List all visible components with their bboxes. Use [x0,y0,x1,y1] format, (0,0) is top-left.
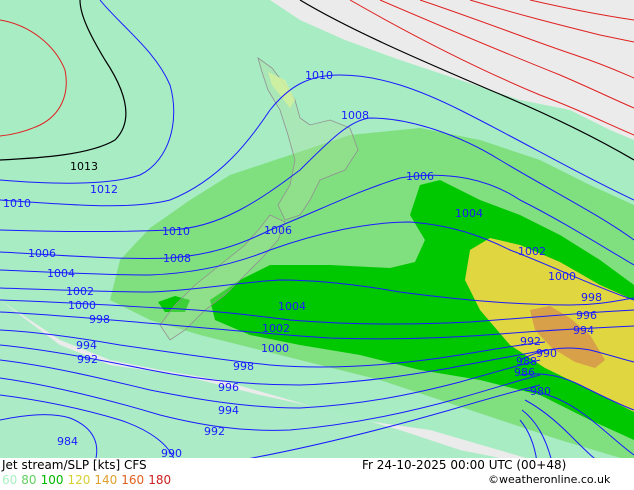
isobar-label: 1006 [264,224,292,237]
isobar-label: 1004 [278,300,306,313]
isobar-label: 1010 [162,225,190,238]
credit-link[interactable]: ©weatheronline.co.uk [488,473,610,486]
isobar-label: 1010 [3,197,31,210]
isobar-label: 1008 [163,252,191,265]
isobar-label: 994 [218,404,239,417]
isobar-label: 1012 [90,183,118,196]
isobar-label: 986 [514,366,535,379]
isobar-label: 998 [581,291,602,304]
isobar-label: 994 [76,339,97,352]
weather-map: 1010 1008 1013 1012 1010 1006 1004 1010 … [0,0,634,462]
isobar-label: 994 [573,324,594,337]
legend-item-80: 80 [21,473,37,487]
isobar-label: 998 [89,313,110,326]
isobar-label: 1002 [66,285,94,298]
map-title: Jet stream/SLP [kts] CFS [2,458,147,472]
isobar-label: 1008 [341,109,369,122]
isobar-label: 980 [530,385,551,398]
isobar-label: 1006 [28,247,56,260]
isobar-label: 1004 [47,267,75,280]
isobar-label: 1004 [455,207,483,220]
isobar-label: 998 [233,360,254,373]
isobar-label: 992 [77,353,98,366]
legend-item-60: 60 [2,473,18,487]
isobar-label: 1006 [406,170,434,183]
legend-item-140: 140 [94,473,118,487]
isobar-label: 1000 [548,270,576,283]
legend-item-160: 160 [121,473,145,487]
isobar-label: 1002 [518,245,546,258]
legend-item-180: 180 [148,473,172,487]
isobar-label: 984 [57,435,78,448]
isobar-label: 996 [576,309,597,322]
isobar-label: 1010 [305,69,333,82]
map-datetime: Fr 24-10-2025 00:00 UTC (00+48) [362,458,567,472]
wind-speed-legend: 60 80 100 120 140 160 180 [2,473,175,487]
isobar-label: 992 [204,425,225,438]
map-footer: Jet stream/SLP [kts] CFS Fr 24-10-2025 0… [0,458,634,490]
isobar-label: 1000 [261,342,289,355]
isobar-label: 1013 [70,160,98,173]
isobar-label: 996 [218,381,239,394]
legend-item-100: 100 [40,473,64,487]
isobar-label: 990 [536,347,557,360]
isobar-label: 1000 [68,299,96,312]
legend-item-120: 120 [67,473,91,487]
isobar-label: 1002 [262,322,290,335]
